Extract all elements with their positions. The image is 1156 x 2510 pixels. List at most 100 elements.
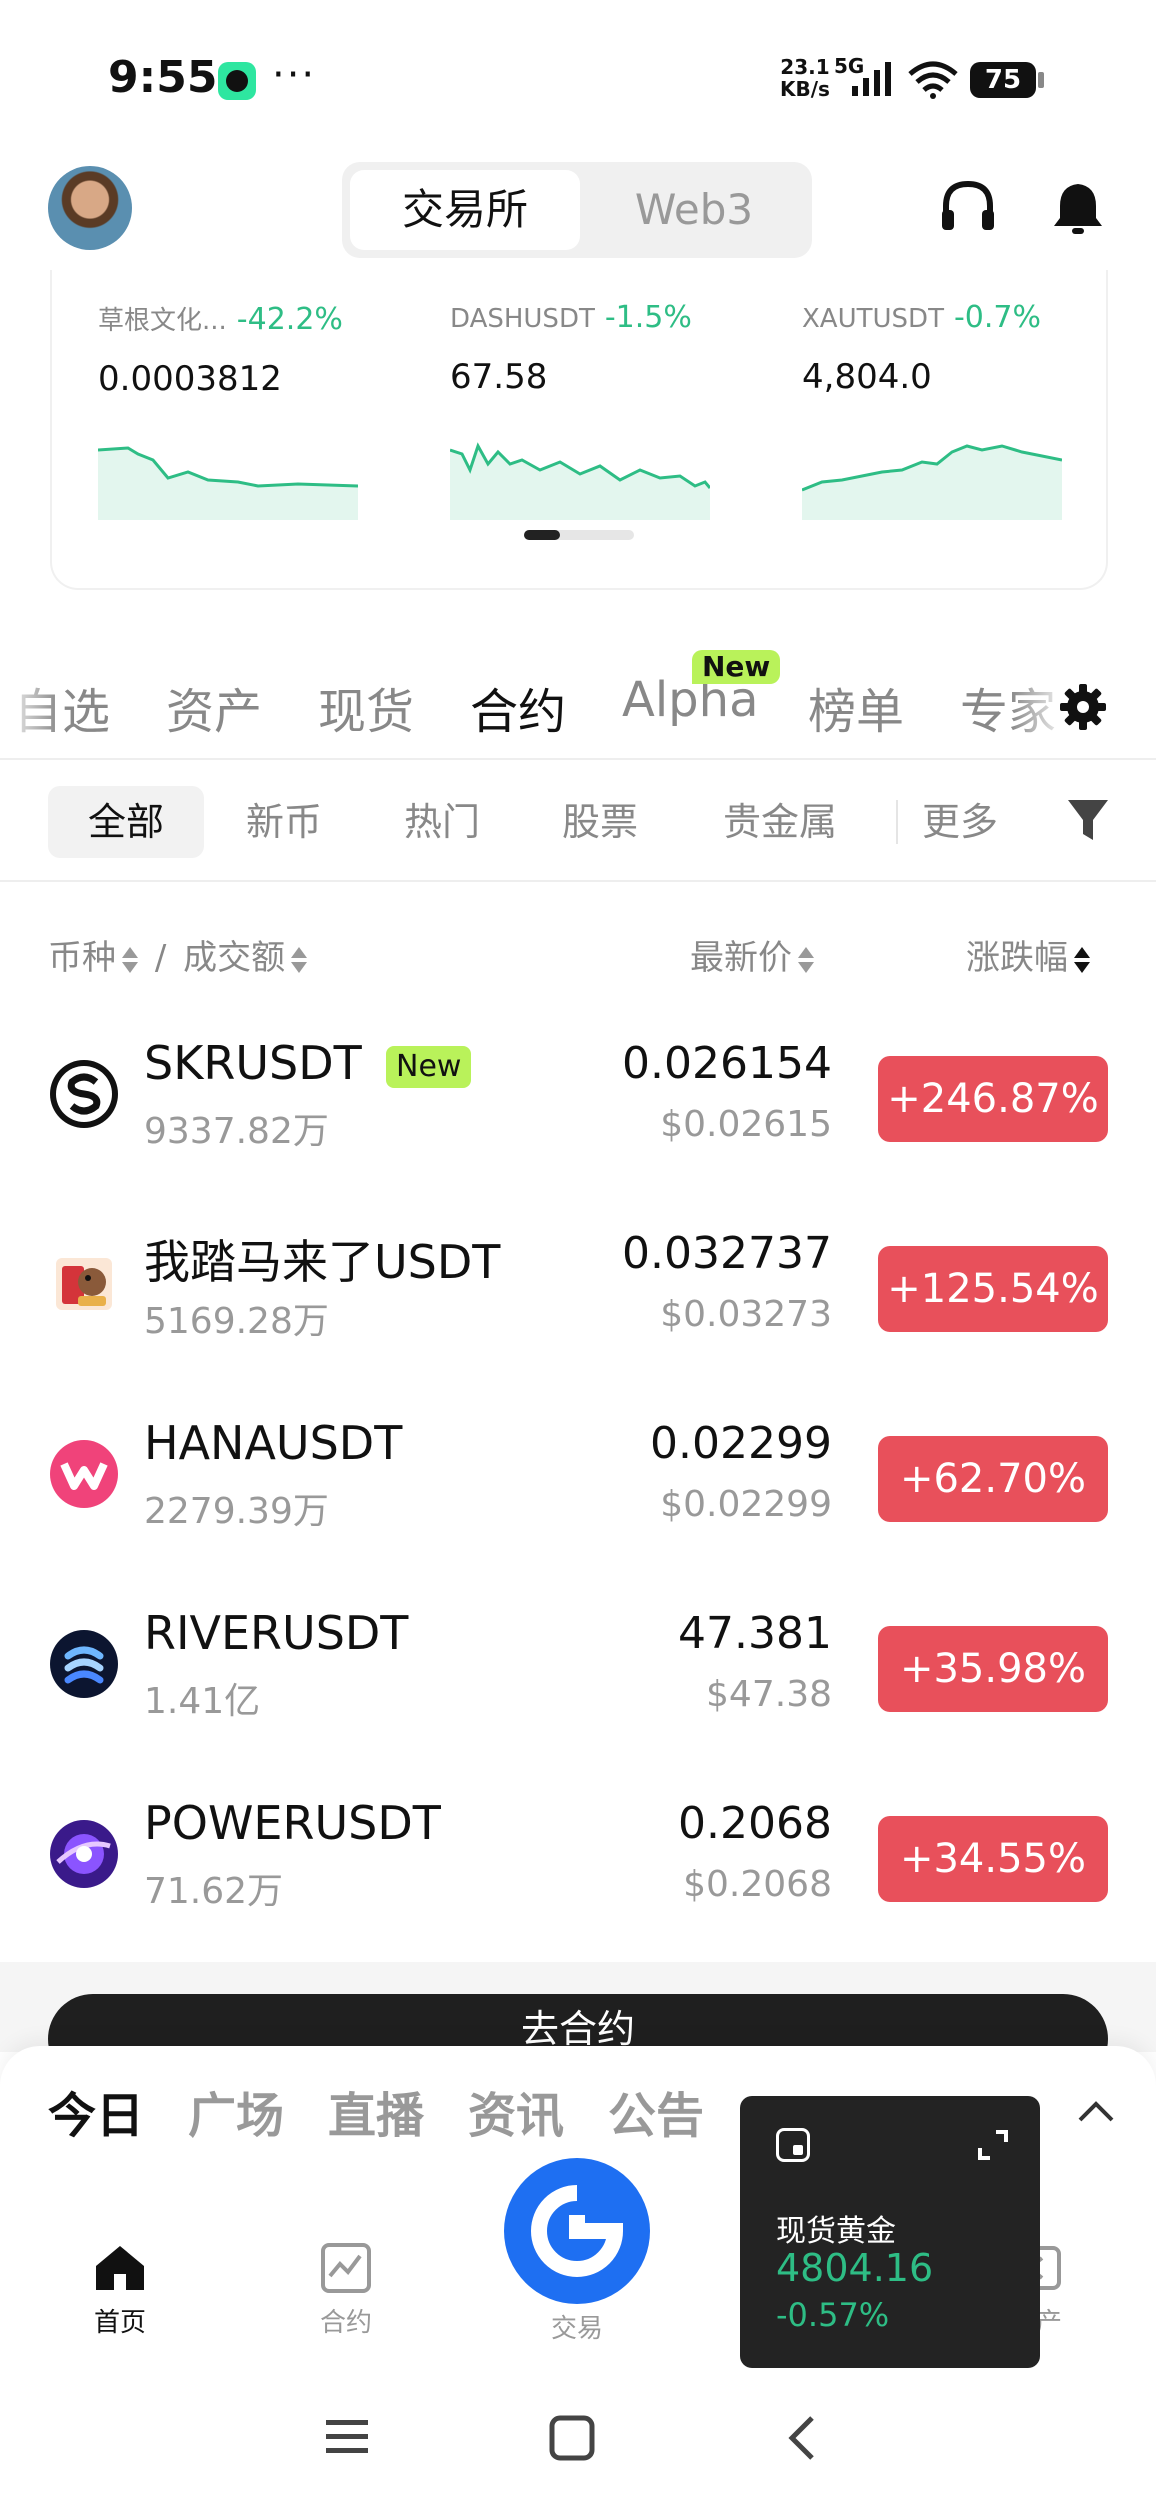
filter-icon[interactable] — [1066, 796, 1110, 846]
column-header-price[interactable]: 最新价 — [690, 930, 814, 979]
signal-icon — [852, 62, 891, 96]
column-coin-label: 币种 — [48, 938, 116, 978]
sort-icon — [122, 945, 138, 975]
sparkline-chart — [98, 446, 358, 520]
card-change: -1.5% — [604, 300, 692, 335]
power-coin-icon — [50, 1820, 118, 1888]
market-card[interactable]: 草根文化... -42.2% 0.0003812 — [98, 300, 398, 520]
price-usd: $0.02299 — [660, 1484, 832, 1525]
back-icon[interactable] — [782, 2414, 822, 2462]
status-bar: 9:55 ··· 23.1 KB/s 5G 75 — [0, 0, 1156, 150]
segment-exchange[interactable]: 交易所 — [350, 170, 580, 250]
trade-button[interactable] — [504, 2158, 650, 2304]
market-card[interactable]: XAUTUSDT -0.7% 4,804.0 — [802, 300, 1102, 520]
table-row[interactable]: POWERUSDT 71.62万 0.2068 $0.2068 +34.55% — [0, 1774, 1156, 1964]
nav-home[interactable]: 首页 — [50, 2242, 190, 2339]
gold-price-widget[interactable]: 现货黄金 4804.16 -0.57% — [740, 2096, 1040, 2368]
card-change: -0.7% — [953, 300, 1041, 335]
sparkline-chart — [802, 444, 1062, 520]
change-badge[interactable]: +35.98% — [878, 1626, 1108, 1712]
gold-change: -0.57% — [776, 2296, 890, 2334]
card-name: DASHUSDT — [450, 304, 595, 334]
market-cards: 草根文化... -42.2% 0.0003812 DASHUSDT -1.5% 67… — [50, 270, 1108, 590]
last-price: 0.2068 — [678, 1798, 832, 1849]
hana-coin-icon — [50, 1440, 118, 1508]
home-icon — [96, 2246, 144, 2290]
river-coin-icon — [50, 1630, 118, 1698]
alpha-new-badge: New — [692, 650, 781, 684]
subtab-stocks[interactable]: 股票 — [530, 786, 670, 858]
feed-tab-today[interactable]: 今日 — [48, 2076, 144, 2146]
feed-tab-news[interactable]: 资讯 — [468, 2076, 564, 2146]
price-usd: $47.38 — [706, 1674, 832, 1715]
nav-label: 首页 — [93, 2308, 146, 2338]
table-row[interactable]: SKRUSDT New 9337.82万 0.026154 $0.02615 +… — [0, 1014, 1156, 1204]
feed-tab-announcements[interactable]: 公告 — [608, 2076, 704, 2146]
card-price: 0.0003812 — [98, 359, 282, 399]
table-row[interactable]: HANAUSDT 2279.39万 0.02299 $0.02299 +62.7… — [0, 1394, 1156, 1584]
new-badge: New — [386, 1046, 472, 1088]
last-price: 0.02299 — [650, 1418, 832, 1469]
last-price: 0.032737 — [622, 1228, 832, 1279]
home-square-icon[interactable] — [548, 2414, 596, 2462]
exchange-segment: 交易所 Web3 — [342, 162, 812, 258]
menu-icon[interactable] — [322, 2414, 372, 2458]
nav-label: 交易 — [550, 2314, 603, 2344]
subtab-new[interactable]: 新币 — [214, 786, 354, 858]
subtab-metals[interactable]: 贵金属 — [700, 786, 860, 858]
gear-icon[interactable] — [1058, 682, 1108, 732]
table-row[interactable]: RIVERUSDT 1.41亿 47.381 $47.38 +35.98% — [0, 1584, 1156, 1774]
change-badge[interactable]: +246.87% — [878, 1056, 1108, 1142]
bell-icon[interactable] — [1046, 176, 1110, 240]
avatar[interactable] — [48, 166, 132, 250]
coin-name: SKRUSDT — [144, 1036, 362, 1090]
tab-rankings[interactable]: 榜单 — [808, 672, 904, 742]
subtab-more[interactable]: 更多 — [910, 786, 1010, 858]
chart-icon — [321, 2243, 371, 2293]
column-price-label: 最新价 — [690, 938, 792, 978]
coin-volume: 9337.82万 — [144, 1111, 329, 1152]
horse-coin-icon — [56, 1258, 112, 1310]
more-notifications-icon: ··· — [272, 52, 317, 98]
tabs-fade-left — [0, 660, 60, 760]
net-speed-value: 23.1 — [780, 55, 830, 79]
net-speed: 23.1 KB/s — [780, 56, 830, 100]
divider — [0, 880, 1156, 882]
last-price: 47.381 — [678, 1608, 832, 1659]
gold-price: 4804.16 — [776, 2246, 934, 2290]
app-icon — [776, 2128, 810, 2162]
sort-icon — [798, 945, 814, 975]
card-change: -42.2% — [236, 302, 343, 337]
table-row[interactable]: 我踏马来了USDT 5169.28万 0.032737 $0.03273 +12… — [0, 1204, 1156, 1394]
tab-assets[interactable]: 资产 — [166, 672, 262, 742]
change-badge[interactable]: +125.54% — [878, 1246, 1108, 1332]
column-volume-label: 成交额 — [183, 938, 286, 978]
headset-icon[interactable] — [936, 176, 1000, 240]
column-sep: / — [154, 938, 167, 978]
segment-web3[interactable]: Web3 — [584, 170, 804, 250]
coin-name: RIVERUSDT — [144, 1606, 409, 1660]
tab-spot[interactable]: 现货 — [318, 672, 414, 742]
change-badge[interactable]: +62.70% — [878, 1436, 1108, 1522]
gold-title: 现货黄金 — [776, 2214, 896, 2249]
market-card[interactable]: DASHUSDT -1.5% 67.58 — [450, 300, 750, 520]
change-badge[interactable]: +34.55% — [878, 1816, 1108, 1902]
card-name: 草根文化... — [98, 306, 227, 336]
feed-tab-square[interactable]: 广场 — [188, 2076, 284, 2146]
column-header-change[interactable]: 涨跌幅 — [966, 930, 1090, 979]
status-time: 9:55 — [108, 52, 218, 103]
net-speed-unit: KB/s — [780, 77, 830, 101]
coin-volume: 1.41亿 — [144, 1681, 261, 1722]
feed-tab-live[interactable]: 直播 — [328, 2076, 424, 2146]
subtab-hot[interactable]: 热门 — [372, 786, 512, 858]
nav-futures[interactable]: 合约 — [276, 2242, 416, 2339]
column-header-coin[interactable]: 币种 / 成交额 — [48, 930, 308, 979]
sparkline-chart — [450, 442, 710, 520]
chevron-up-icon[interactable] — [1076, 2096, 1116, 2126]
battery-icon: 75 — [970, 62, 1044, 98]
tab-futures[interactable]: 合约 — [470, 672, 566, 742]
expand-icon[interactable] — [976, 2128, 1010, 2162]
subtab-all[interactable]: 全部 — [48, 786, 204, 858]
price-usd: $0.03273 — [660, 1294, 832, 1335]
coin-name: POWERUSDT — [144, 1796, 441, 1850]
